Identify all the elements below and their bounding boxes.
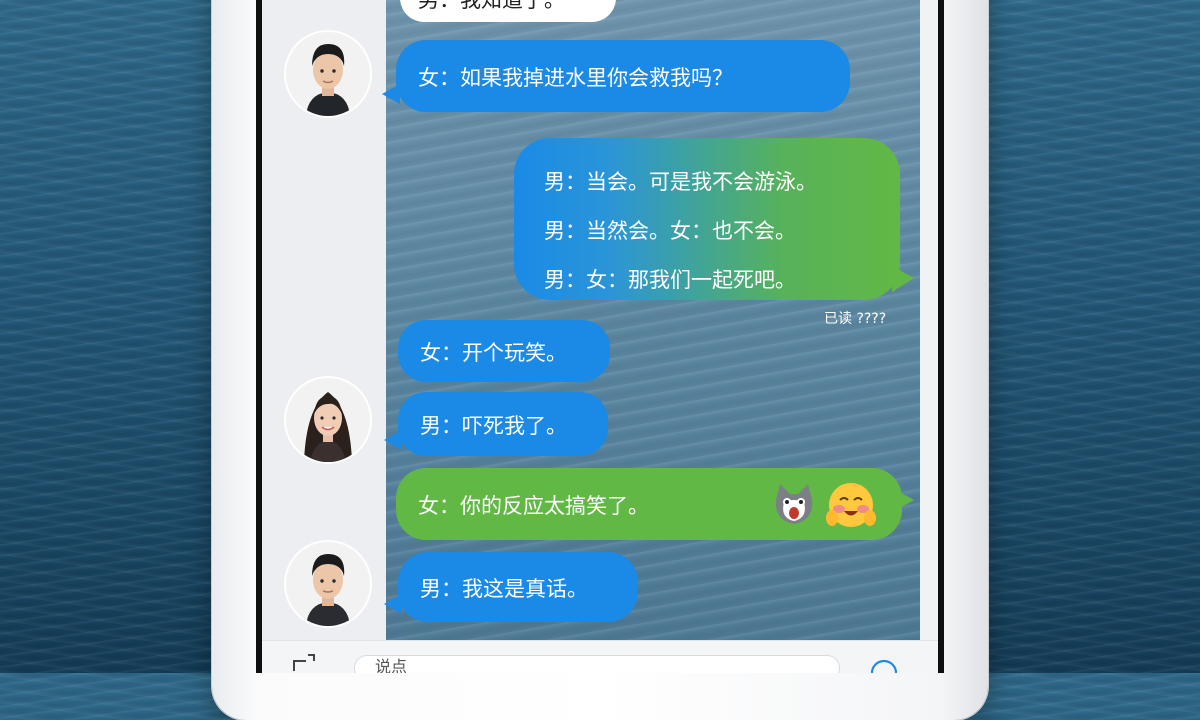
chat-screen: 男：我知道了。 女：如果我掉进水里你会救我吗？ 男：当会。可是我不会游泳。 男：… xyxy=(262,0,938,673)
message-text: 女：开个玩笑。 xyxy=(420,341,567,365)
bubble-tail xyxy=(896,490,914,510)
bubble-tail xyxy=(892,266,914,292)
attachment-icon[interactable] xyxy=(292,653,316,673)
male-avatar-icon xyxy=(286,542,370,626)
message-bubble-incoming[interactable]: 男：我知道了。 xyxy=(400,0,616,22)
message-line: 男：女：那我们一起死吧。 xyxy=(544,268,796,292)
message-line: 男：当然会。女：也不会。 xyxy=(544,219,796,243)
cat-face-emoji-icon xyxy=(770,480,818,528)
bubble-tail xyxy=(384,594,402,614)
message-bubble-blue[interactable]: 女：开个玩笑。 xyxy=(398,320,610,382)
message-text: 女：如果我掉进水里你会救我吗？ xyxy=(418,66,733,90)
message-text: 男：吓死我了。 xyxy=(420,414,567,438)
message-input[interactable]: 说点 xyxy=(354,655,840,673)
message-text: 女：你的反应太搞笑了。 xyxy=(418,494,649,518)
message-bubble-blue[interactable]: 男：我这是真话。 xyxy=(384,552,638,622)
avatar-male[interactable] xyxy=(286,32,370,116)
male-avatar-icon xyxy=(286,32,370,116)
bubble-tail xyxy=(382,84,400,104)
message-input-value: 说点 xyxy=(375,657,408,673)
message-line: 男：当会。可是我不会游泳。 xyxy=(544,170,817,194)
message-bubble-blue[interactable]: 女：如果我掉进水里你会救我吗？ xyxy=(382,40,850,112)
message-text: 男：我这是真话。 xyxy=(420,577,588,601)
blushing-face-emoji-icon xyxy=(826,480,876,530)
read-status: 已读 ???? xyxy=(824,311,887,327)
message-bubble-outgoing[interactable]: 男：当会。可是我不会游泳。 男：当然会。女：也不会。 男：女：那我们一起死吧。 xyxy=(514,138,914,300)
avatar-male[interactable] xyxy=(286,542,370,626)
message-bubble-green[interactable]: 女：你的反应太搞笑了。 xyxy=(396,468,914,540)
message-bubble-blue[interactable]: 男：吓死我了。 xyxy=(384,392,608,456)
female-avatar-icon xyxy=(286,378,370,462)
emoji-button-icon[interactable] xyxy=(870,659,898,673)
bubble-tail xyxy=(384,430,402,450)
right-edge xyxy=(920,0,938,673)
message-input-bar: 说点 xyxy=(262,640,938,673)
message-text: 男：我知道了。 xyxy=(418,0,565,12)
avatar-female[interactable] xyxy=(286,378,370,462)
